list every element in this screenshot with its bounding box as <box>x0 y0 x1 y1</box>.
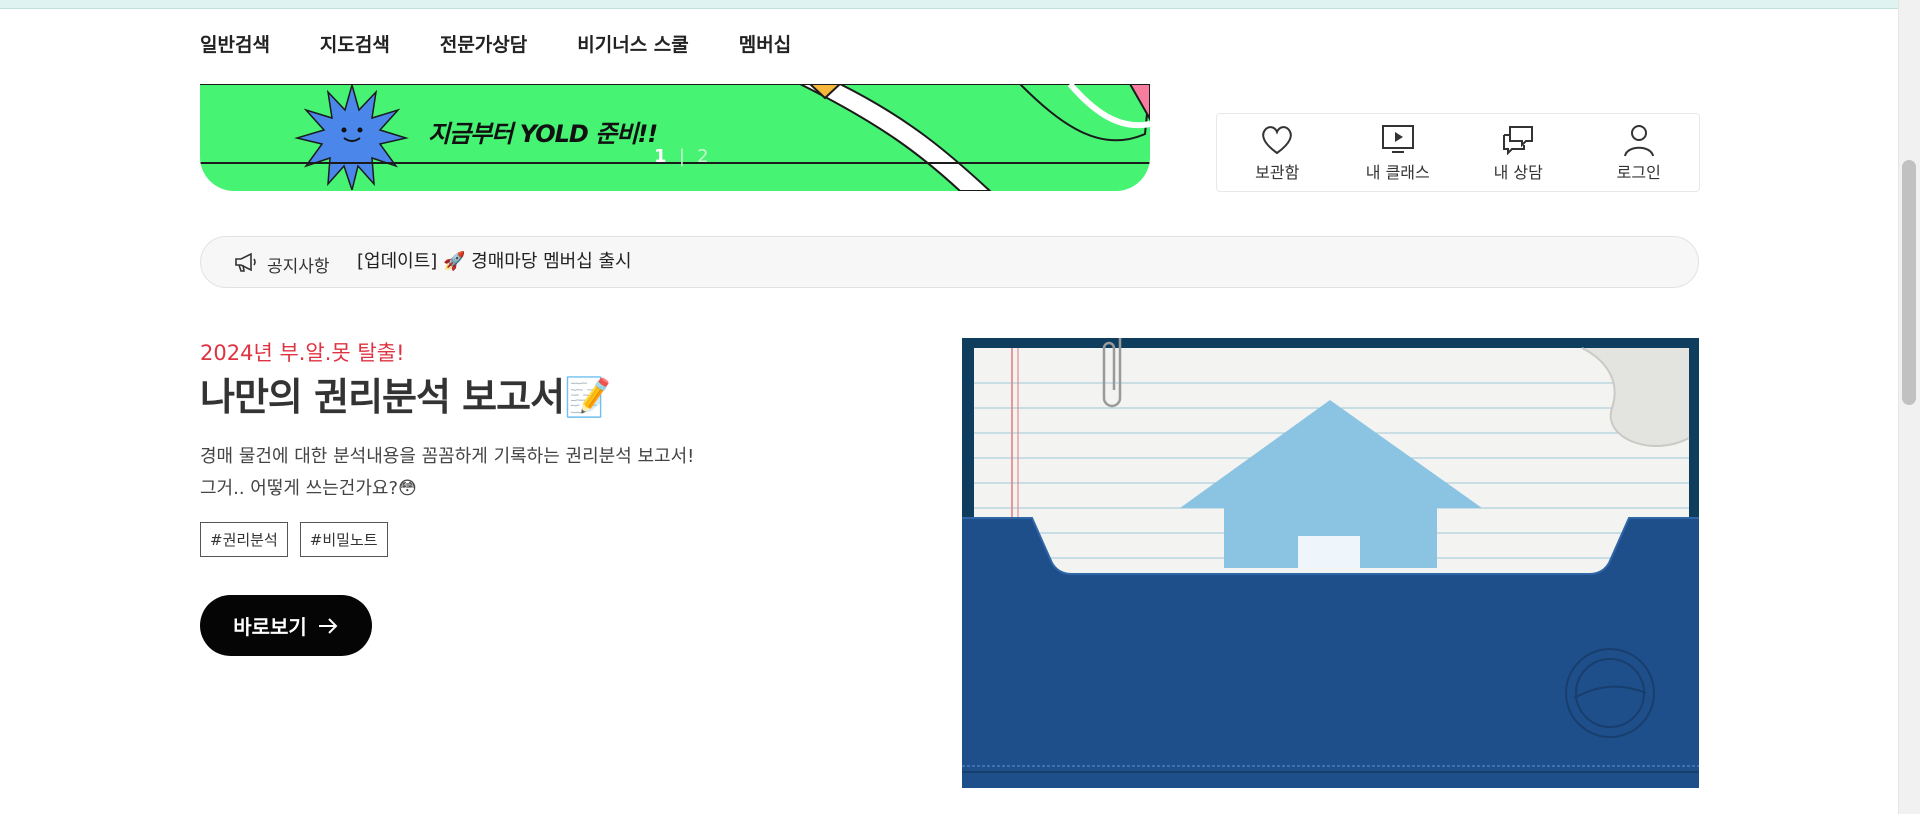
quick-my-class-label: 내 클래스 <box>1365 162 1430 182</box>
tag-rights-analysis[interactable]: #권리분석 <box>200 522 288 557</box>
megaphone-icon <box>235 252 256 272</box>
view-now-label: 바로보기 <box>233 615 307 639</box>
quick-login-label: 로그인 <box>1616 162 1661 182</box>
play-screen-icon <box>1381 124 1414 153</box>
nav-membership[interactable]: 멤버십 <box>739 30 791 57</box>
promo-subtitle: 2024년 부.알.못 탈출! <box>200 341 405 365</box>
chat-bubbles-icon <box>1503 125 1534 155</box>
notice-label: 공지사항 <box>267 257 330 277</box>
nav-expert-consult[interactable]: 전문가상담 <box>440 30 527 57</box>
promo-tags: #권리분석 #비밀노트 <box>200 522 388 557</box>
notice-bar: 공지사항 [업데이트] 🚀 경매마당 멤버십 출시 <box>200 236 1699 288</box>
quick-saved[interactable]: 보관함 <box>1227 123 1327 183</box>
promo-description-line2: 그거.. 어떻게 쓰는건가요?😳 <box>200 478 417 499</box>
nav-general-search[interactable]: 일반검색 <box>200 30 270 57</box>
star-mascot-icon <box>294 84 409 190</box>
page-scrollbar[interactable] <box>1898 0 1920 814</box>
banner-pager-total[interactable]: 2 <box>697 146 711 167</box>
banner-pager: 1 | 2 <box>654 146 712 167</box>
scrollbar-thumb[interactable] <box>1902 160 1916 405</box>
quick-menu: 보관함 내 클래스 내 상담 로그인 <box>1216 113 1700 192</box>
main-nav: 일반검색 지도검색 전문가상담 비기너스 스쿨 멤버십 <box>200 30 841 57</box>
top-edge <box>0 0 1920 9</box>
view-now-button[interactable]: 바로보기 <box>200 595 372 656</box>
quick-my-class[interactable]: 내 클래스 <box>1348 123 1448 183</box>
report-folder-illustration <box>962 338 1699 788</box>
banner-pager-current[interactable]: 1 <box>654 146 670 167</box>
promo-banner[interactable]: 지금부터 YOLD 준비!! 1 | 2 <box>200 84 1150 191</box>
heart-icon <box>1262 125 1293 154</box>
tag-secret-note[interactable]: #비밀노트 <box>299 522 388 557</box>
quick-my-consult-label: 내 상담 <box>1493 162 1543 182</box>
quick-login[interactable]: 로그인 <box>1589 123 1689 183</box>
nav-map-search[interactable]: 지도검색 <box>320 30 390 57</box>
banner-pager-sep: | <box>678 146 688 167</box>
promo-description-line1: 경매 물건에 대한 분석내용을 꼼꼼하게 기록하는 권리분석 보고서! <box>200 446 695 467</box>
banner-headline: 지금부터 YOLD 준비!! <box>428 120 658 148</box>
user-icon <box>1623 124 1654 156</box>
arrow-right-icon <box>318 617 338 634</box>
promo-title: 나만의 권리분석 보고서📝 <box>200 375 611 419</box>
quick-saved-label: 보관함 <box>1255 162 1300 182</box>
nav-beginners-school[interactable]: 비기너스 스쿨 <box>577 30 689 57</box>
quick-my-consult[interactable]: 내 상담 <box>1468 123 1568 183</box>
notice-item[interactable]: [업데이트] 🚀 경매마당 멤버십 출시 <box>357 247 632 273</box>
